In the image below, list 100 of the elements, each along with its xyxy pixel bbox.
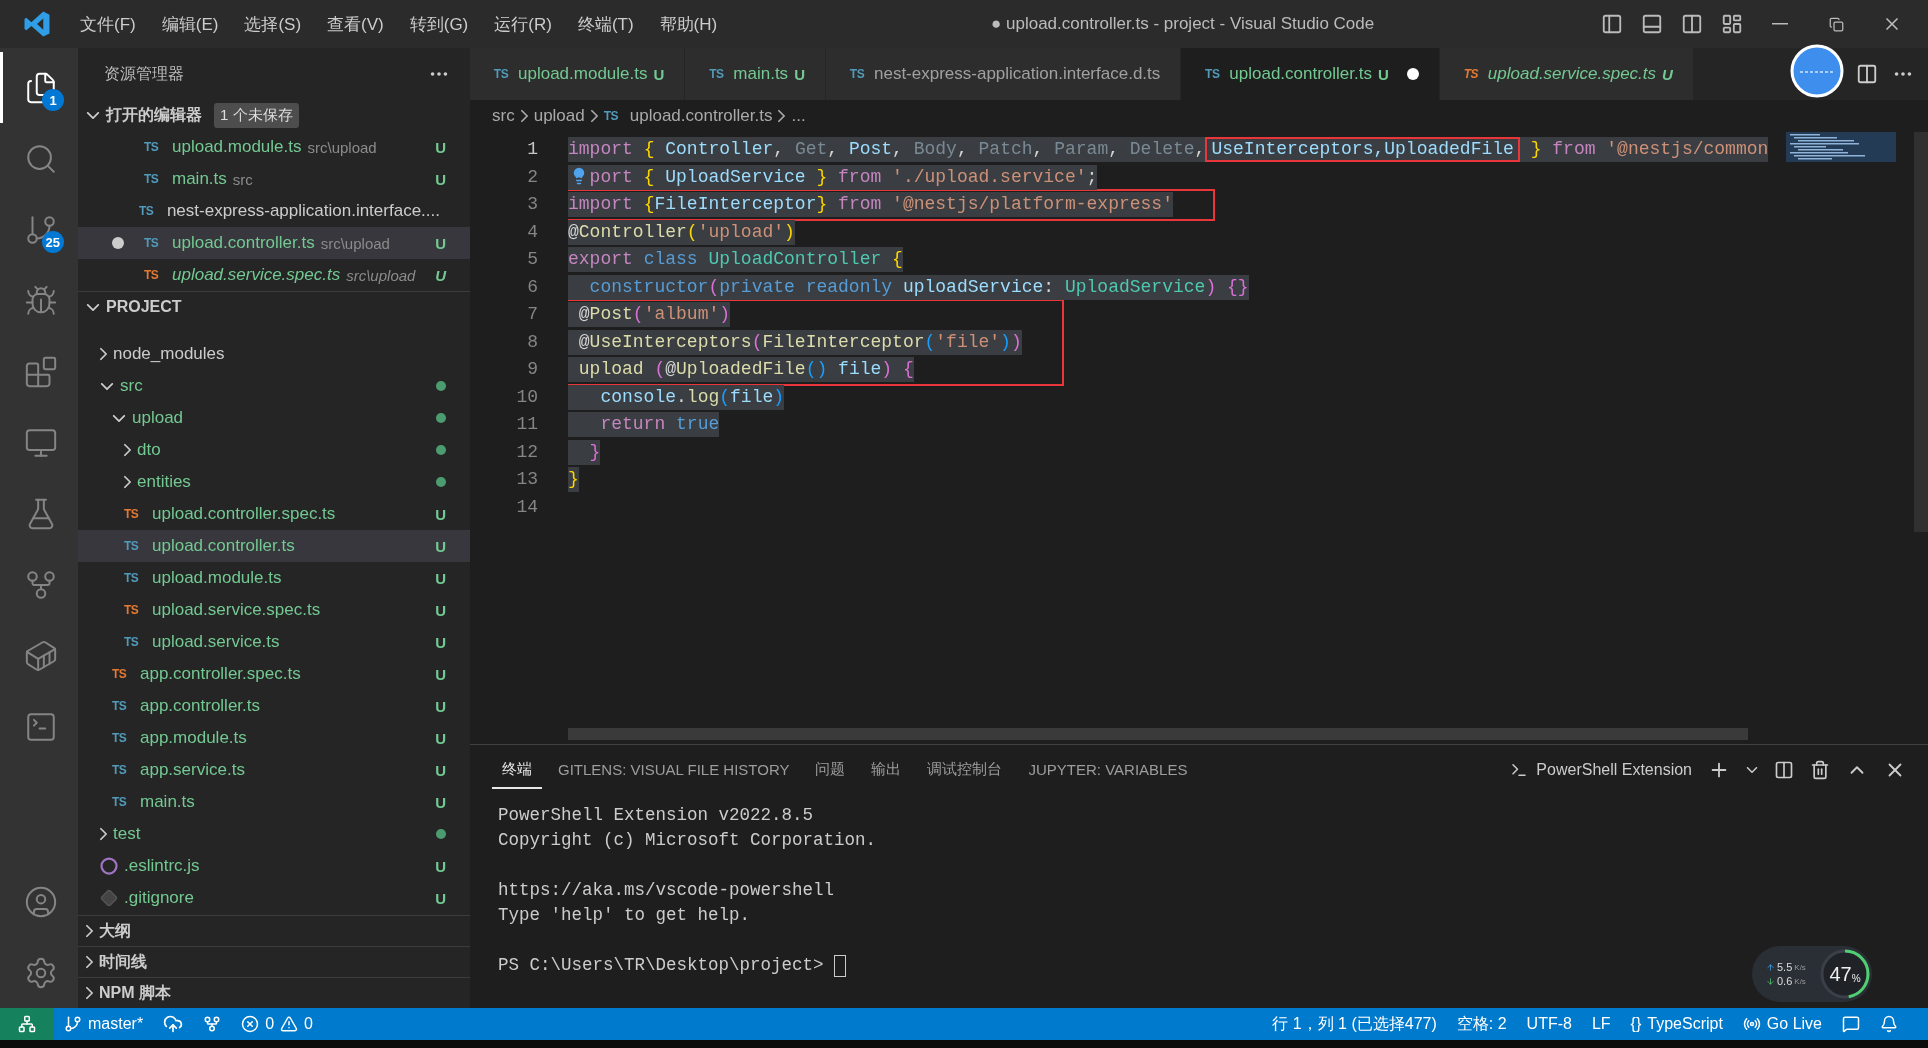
menu-item[interactable]: 帮助(H)	[649, 8, 728, 40]
file-item[interactable]: TS app.service.ts U	[78, 754, 470, 786]
file-item[interactable]: TS app.module.ts U	[78, 722, 470, 754]
menu-item[interactable]: 编辑(E)	[151, 8, 229, 40]
menu-item[interactable]: 运行(R)	[484, 8, 562, 40]
open-editor-item[interactable]: TS upload.module.ts src\upload U	[78, 131, 470, 163]
panel-tab[interactable]: 输出	[861, 751, 912, 789]
git-status: U	[435, 729, 446, 747]
folder-item[interactable]: upload	[78, 402, 470, 434]
remote-button[interactable]	[0, 1008, 54, 1040]
go-live-button[interactable]: Go Live	[1732, 1008, 1832, 1040]
trash-icon[interactable]	[1810, 760, 1830, 780]
chevron-down-icon[interactable]	[1746, 767, 1758, 773]
extensions-icon	[23, 354, 58, 389]
open-editor-item[interactable]: TS upload.service.spec.ts src\upload U	[78, 259, 470, 291]
editor-tab[interactable]: TS upload.module.ts U	[470, 48, 686, 100]
split-terminal-icon[interactable]	[1774, 760, 1794, 780]
section-title: 时间线	[99, 951, 147, 972]
status-item[interactable]: 空格: 2	[1446, 1008, 1517, 1040]
code-text: } from '@nestjs/common	[1529, 139, 1769, 160]
menu-item[interactable]: 选择(S)	[234, 8, 312, 40]
line-number: 12	[515, 440, 539, 464]
editor-tab[interactable]: TS upload.service.spec.ts U	[1439, 48, 1694, 100]
folder-item[interactable]: node_modules	[78, 338, 470, 370]
folder-item[interactable]: dto	[78, 434, 470, 466]
terminal-icon	[1510, 761, 1529, 779]
git-status: U	[794, 65, 805, 83]
breadcrumb[interactable]: src	[492, 106, 515, 126]
unsaved-badge: 1 个未保存	[214, 103, 299, 128]
problems-button[interactable]: 0 0	[231, 1008, 323, 1040]
editor-tab[interactable]: TS main.ts U	[685, 48, 826, 100]
minimize-icon	[1772, 23, 1788, 25]
line-number: 10	[515, 385, 539, 409]
chevron-right-icon	[590, 109, 598, 123]
panel-tab[interactable]: 调试控制台	[917, 751, 1013, 789]
file-item[interactable]: .eslintrc.js U	[78, 850, 470, 882]
editor-tab[interactable]: TS nest-express-application.interface.d.ts	[825, 48, 1182, 100]
folder-item[interactable]: test	[78, 818, 470, 850]
upload-arrow-icon	[1766, 962, 1775, 972]
line-number: 1	[526, 138, 539, 161]
error-count: 0	[265, 1015, 275, 1033]
panel-tab[interactable]: 终端	[492, 751, 542, 789]
file-item[interactable]: .gitignore U	[78, 882, 470, 914]
folder-item[interactable]: entities	[78, 466, 470, 498]
git-status: U	[435, 138, 446, 156]
layout-icon	[1721, 13, 1743, 35]
activity-bar-button[interactable]: 25	[0, 194, 78, 265]
line-number: 2	[526, 165, 539, 189]
open-editor-item[interactable]: TS upload.controller.ts src\upload U	[78, 227, 470, 259]
menu-item[interactable]: 转到(G)	[399, 8, 479, 40]
floating-ball-icon[interactable]	[1790, 44, 1844, 98]
ts-file-icon: TS	[124, 571, 146, 585]
terminal-line: https://aka.ms/vscode-powershell	[498, 879, 836, 902]
section-title: NPM 脚本	[99, 982, 171, 1003]
line-number: 13	[515, 468, 539, 491]
file-item[interactable]: TS upload.controller.ts U	[78, 530, 470, 562]
panel-tab[interactable]: JUPYTER: VARIABLES	[1018, 752, 1198, 788]
split-editor-icon[interactable]	[1856, 63, 1878, 85]
file-item[interactable]: TS upload.service.spec.ts U	[78, 594, 470, 626]
ts-file-icon: TS	[490, 67, 512, 81]
warning-icon	[280, 1015, 299, 1033]
git-status: U	[435, 569, 446, 587]
branch-button[interactable]: master*	[54, 1008, 154, 1040]
line-number: 9	[526, 358, 539, 381]
open-editor-item[interactable]: TS nest-express-application.interface....	[78, 195, 470, 227]
terminal-line: Type 'help' to get help.	[498, 904, 752, 927]
count-badge: 1	[42, 89, 64, 111]
file-item[interactable]: TS upload.module.ts U	[78, 562, 470, 594]
chevron-right-icon	[778, 109, 786, 123]
scrollbar[interactable]	[568, 728, 1748, 740]
status-item[interactable]: UTF-8	[1516, 1008, 1582, 1040]
panel-layout-icon	[1641, 13, 1663, 35]
breadcrumb[interactable]: upload	[533, 106, 585, 126]
file-item[interactable]: TS upload.controller.spec.ts U	[78, 498, 470, 530]
open-editor-item[interactable]: TS main.ts src U	[78, 163, 470, 195]
ts-file-icon: TS	[138, 204, 161, 218]
menu-item[interactable]: 终端(T)	[567, 8, 644, 40]
ts-file-icon: TS	[112, 763, 134, 777]
panel-tab[interactable]: GITLENS: VISUAL FILE HISTORY	[548, 752, 800, 788]
ts-file-icon: TS	[144, 268, 166, 282]
breadcrumb[interactable]: ...	[791, 106, 806, 126]
folder-item[interactable]: src	[78, 370, 470, 402]
language-button[interactable]: {} TypeScript	[1620, 1008, 1733, 1040]
panel-tab[interactable]: 问题	[805, 751, 856, 789]
file-item[interactable]: TS upload.service.ts U	[78, 626, 470, 658]
ts-file-icon: TS	[124, 539, 146, 553]
status-item[interactable]: 行 1，列 1 (已选择477)	[1262, 1008, 1447, 1040]
file-item[interactable]: TS app.controller.spec.ts U	[78, 658, 470, 690]
annotation-box: UseInterceptors,UploadedFile	[1205, 137, 1520, 163]
menu-item[interactable]: 文件(F)	[70, 8, 146, 40]
ts-file-icon: TS	[144, 172, 166, 186]
line-number: 11	[515, 413, 539, 436]
editor-tab[interactable]: TS upload.controller.ts U	[1181, 48, 1440, 100]
file-item[interactable]: TS app.controller.ts U	[78, 690, 470, 722]
breadcrumb[interactable]: TS upload.controller.ts	[603, 106, 773, 126]
file-item[interactable]: TS main.ts U	[78, 786, 470, 818]
status-item[interactable]: LF	[1581, 1008, 1621, 1040]
ts-file-icon: TS	[1459, 67, 1482, 81]
menu-item[interactable]: 查看(V)	[317, 8, 394, 40]
code-text: import { Controller, Get, Post, Body, Patch, Param, Delete,	[568, 139, 1206, 160]
